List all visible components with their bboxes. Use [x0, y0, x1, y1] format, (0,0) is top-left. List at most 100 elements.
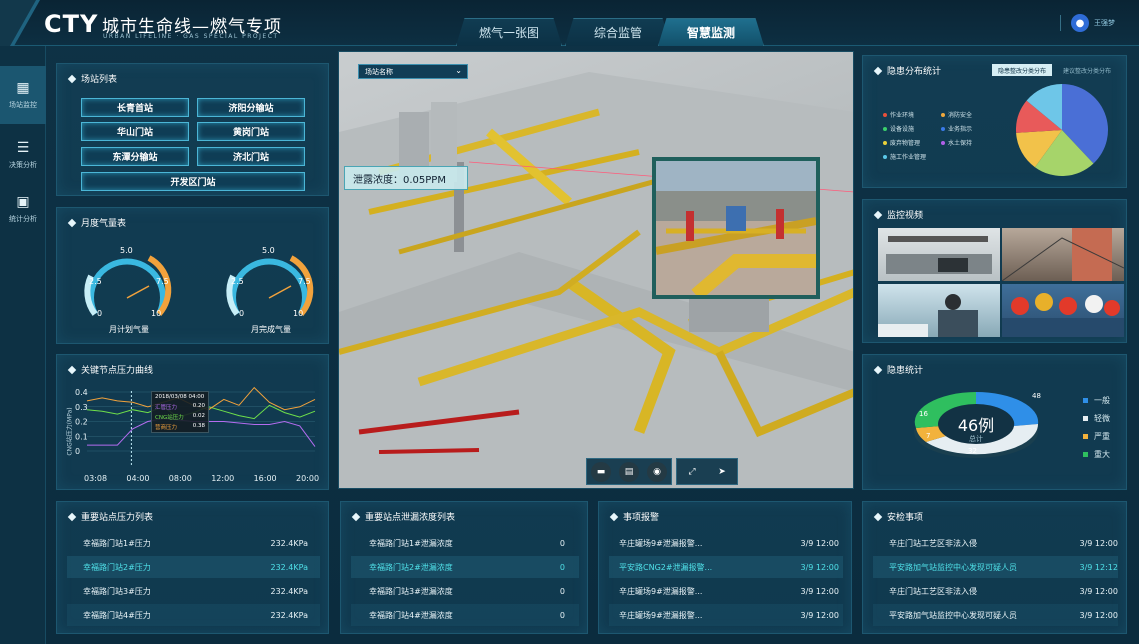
legend-item: 废弃物管理	[883, 138, 920, 147]
panel-title: 隐患分布统计	[873, 64, 941, 77]
diamond-icon	[873, 365, 883, 374]
list-item[interactable]: 平安路加气站监控中心发现可疑人员 3/9 12:00	[873, 604, 1118, 626]
video-feed[interactable]	[878, 228, 1000, 281]
tab-rectification-distribution[interactable]: 隐患整改分类分布	[992, 64, 1052, 76]
sidebar-item-label: 决策分析	[9, 161, 37, 169]
diamond-icon	[609, 512, 619, 521]
segment-value: 7	[926, 432, 931, 440]
layers-icon: ☰	[16, 140, 30, 156]
diamond-icon	[67, 512, 77, 521]
segment-value: 16	[919, 410, 928, 418]
list-item[interactable]: 辛庄罐场9#泄漏报警... 3/9 12:00	[609, 532, 843, 554]
gauge-tick: 5.0	[120, 246, 133, 255]
panel-title: 重要站点泄漏浓度列表	[351, 510, 455, 523]
chart-tooltip: 2018/03/08 04:00 汇管压力 0.20 CNG站压力 0.02 营商压…	[151, 391, 209, 433]
map-icon[interactable]: ▤	[619, 461, 639, 482]
gauge-tick: 2.5	[89, 277, 102, 286]
list-item[interactable]: 辛庄门站工艺区非法入侵 3/9 12:00	[873, 580, 1118, 602]
list-item[interactable]: 幸福路门站2#泄漏浓度 0	[351, 556, 579, 578]
diamond-icon	[351, 512, 361, 521]
tab-gas-map[interactable]: 燃气一张图	[456, 18, 562, 46]
y-tick-label: 0	[75, 447, 80, 456]
list-item[interactable]: 幸福路门站1#泄漏浓度 0	[351, 532, 579, 554]
panel-title: 事项报警	[609, 510, 659, 523]
gauge-tick: 0	[97, 309, 103, 318]
station-button[interactable]: 济阳分输站	[197, 98, 305, 117]
leak-concentration-label: 泄露浓度：0.05PPM	[344, 166, 468, 190]
stats-icon: ▣	[16, 194, 30, 210]
tooltip-value: 0.02	[192, 413, 205, 419]
gauge-label-plan: 月计划气量	[109, 325, 149, 334]
list-item[interactable]: 辛庄门站工艺区非法入侵 3/9 12:00	[873, 532, 1118, 554]
list-item[interactable]: 幸福路门站3#泄漏浓度 0	[351, 580, 579, 602]
video-feed[interactable]	[1002, 228, 1124, 281]
station-select-value: 场站名称	[365, 67, 393, 76]
station-button[interactable]: 东潭分输站	[81, 147, 189, 166]
y-tick-label: 0.4	[75, 388, 88, 397]
tooltip-label: 汇管压力	[155, 405, 178, 411]
hazard-total: 46例	[957, 416, 995, 435]
list-item[interactable]: 幸福路门站3#压力 232.4KPa	[67, 580, 320, 602]
grid-icon: ▦	[16, 80, 30, 96]
station-photo[interactable]	[652, 157, 820, 299]
send-icon[interactable]: ➤	[712, 462, 732, 482]
gauge-tick: 7.5	[156, 277, 169, 286]
alarm-panel: 事项报警 辛庄罐场9#泄漏报警... 3/9 12:00 平安路CNG2#泄漏报警…	[598, 501, 852, 634]
fullscreen-icon[interactable]: ⤢	[682, 462, 702, 482]
dashboard: CTY 城市生命线—燃气专项 URBAN LIFELINE · GAS SPEC…	[0, 0, 1139, 644]
sidebar-item-statistics[interactable]: ▣ 统计分析	[0, 180, 46, 238]
user-name[interactable]: 王强梦	[1094, 18, 1115, 28]
eye-icon[interactable]: ◉	[647, 461, 667, 482]
station-button[interactable]: 开发区门站	[81, 172, 305, 191]
list-item[interactable]: 平安路CNG2#泄漏报警... 3/9 12:00	[609, 556, 843, 578]
hazard-pie-chart	[1015, 84, 1108, 176]
gauge-needle	[268, 285, 292, 299]
video-feed[interactable]	[1002, 284, 1124, 337]
y-tick-label: 0.3	[75, 403, 88, 412]
list-item[interactable]: 幸福路门站1#压力 232.4KPa	[67, 532, 320, 554]
legend-item: 严重	[1083, 431, 1110, 442]
logo: CTY	[44, 10, 99, 38]
tab-smart-monitoring[interactable]: 智慧监测	[658, 18, 764, 46]
list-item[interactable]: 幸福路门站2#压力 232.4KPa	[67, 556, 320, 578]
inspection-panel: 安检事项 辛庄门站工艺区非法入侵 3/9 12:00 平安路加气站监控中心发现可疑…	[862, 501, 1127, 634]
x-tick-label: 16:00	[254, 474, 277, 483]
station-select[interactable]: 场站名称 ⌄	[358, 64, 468, 79]
station-button[interactable]: 华山门站	[81, 122, 189, 141]
station-button[interactable]: 黄岗门站	[197, 122, 305, 141]
list-item[interactable]: 幸福路门站4#泄漏浓度 0	[351, 604, 579, 626]
legend-item: 一般	[1083, 395, 1110, 406]
list-item[interactable]: 辛庄罐场9#泄漏报警... 3/9 12:00	[609, 580, 843, 602]
x-tick-label: 08:00	[169, 474, 192, 483]
sidebar: ▦ 场站监控 ☰ 决策分析 ▣ 统计分析	[0, 46, 46, 644]
tooltip-value: 0.38	[192, 423, 205, 429]
panel-title: 隐患统计	[873, 363, 923, 376]
diamond-icon	[873, 512, 883, 521]
panel-title: 场站列表	[67, 72, 117, 85]
legend-item: 施工作业管理	[883, 152, 926, 161]
legend-item: 轻微	[1083, 413, 1110, 424]
chevron-down-icon: ⌄	[455, 66, 462, 75]
tab-supervision[interactable]: 综合监管	[565, 18, 671, 46]
x-tick-label: 20:00	[296, 474, 319, 483]
legend-item: 业务指示	[941, 124, 972, 133]
tooltip-label: 营商压力	[155, 425, 178, 431]
list-item[interactable]: 平安路加气站监控中心发现可疑人员 3/9 12:12	[873, 556, 1118, 578]
action-toolbar: ⤢ ➤	[676, 458, 738, 485]
station-button[interactable]: 长青首站	[81, 98, 189, 117]
video-feed[interactable]	[878, 284, 1000, 337]
user-avatar-icon[interactable]: ●	[1071, 14, 1089, 32]
gauge-tick: 5.0	[262, 246, 275, 255]
y-tick-label: 0.2	[75, 418, 88, 427]
y-tick-label: 0.1	[75, 432, 88, 441]
layer-toggle-icon[interactable]: ▬	[591, 461, 611, 482]
sidebar-item-decision-analysis[interactable]: ☰ 决策分析	[0, 126, 46, 184]
list-item[interactable]: 幸福路门站4#压力 232.4KPa	[67, 604, 320, 626]
tab-suggestion-distribution[interactable]: 建议整改分类分布	[1054, 64, 1120, 76]
station-list-panel: 场站列表 长青首站 济阳分输站 华山门站 黄岗门站 东潭分输站 济北门站 开发区…	[56, 63, 329, 196]
sidebar-item-station-monitor[interactable]: ▦ 场站监控	[0, 66, 46, 124]
list-item[interactable]: 辛庄罐场9#泄漏报警... 3/9 12:00	[609, 604, 843, 626]
panel-title: 月度气量表	[67, 216, 126, 229]
station-button[interactable]: 济北门站	[197, 147, 305, 166]
legend-item: 水土保持	[941, 138, 972, 147]
